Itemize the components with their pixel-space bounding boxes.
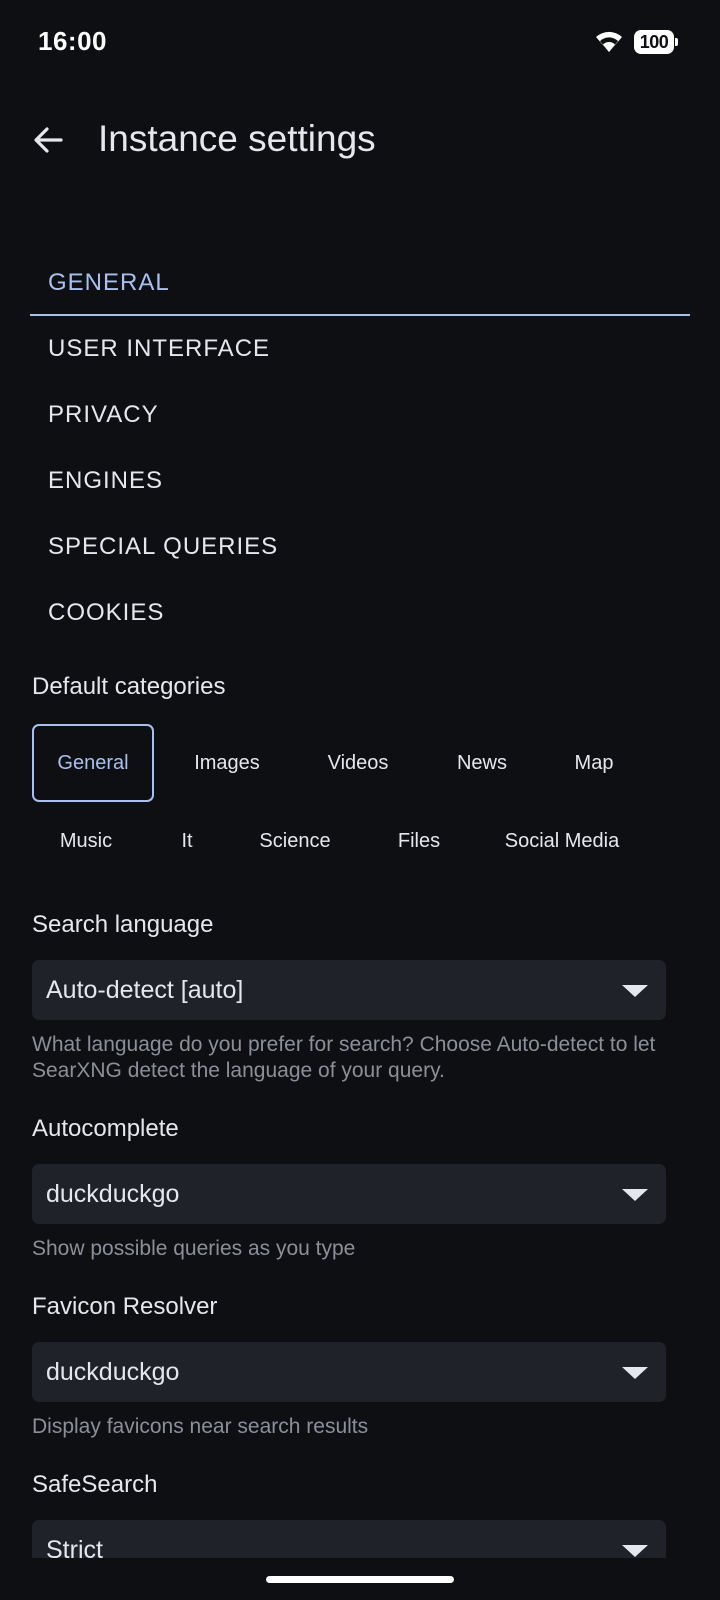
safesearch-label: SafeSearch: [32, 1471, 158, 1498]
autocomplete-value: duckduckgo: [46, 1180, 180, 1208]
autocomplete-help: Show possible queries as you type: [32, 1237, 356, 1260]
dropdown-caret-icon: [622, 1545, 648, 1557]
category-general[interactable]: General: [32, 724, 154, 802]
favicon-resolver-help: Display favicons near search results: [32, 1415, 369, 1438]
settings-tabs: GENERAL USER INTERFACE PRIVACY ENGINES S…: [30, 250, 690, 646]
wifi-icon: [596, 31, 622, 52]
page-title: Instance settings: [98, 118, 376, 159]
status-time: 16:00: [38, 26, 107, 56]
category-music[interactable]: Music: [32, 830, 140, 853]
status-bar: 16:00 100: [0, 0, 720, 84]
battery-level: 100: [634, 30, 674, 54]
tab-general[interactable]: GENERAL: [30, 250, 690, 316]
dropdown-caret-icon: [622, 1189, 648, 1201]
tab-privacy[interactable]: PRIVACY: [30, 382, 690, 448]
search-language-help: What language do you prefer for search? …: [32, 1033, 656, 1082]
back-arrow-icon[interactable]: [30, 122, 66, 158]
dropdown-caret-icon: [622, 1367, 648, 1379]
tab-engines[interactable]: ENGINES: [30, 448, 690, 514]
category-files[interactable]: Files: [356, 830, 482, 853]
default-categories-label: Default categories: [32, 673, 226, 700]
categories-row-1: General Images Videos News Map: [32, 724, 666, 802]
search-language-value: Auto-detect [auto]: [46, 976, 244, 1004]
tab-cookies[interactable]: COOKIES: [30, 580, 690, 646]
search-language-select[interactable]: Auto-detect [auto]: [32, 960, 666, 1020]
favicon-resolver-value: duckduckgo: [46, 1358, 180, 1386]
category-science[interactable]: Science: [234, 830, 356, 853]
dropdown-caret-icon: [622, 985, 648, 997]
app-bar: Instance settings: [0, 100, 720, 184]
favicon-resolver-select[interactable]: duckduckgo: [32, 1342, 666, 1402]
battery-tip: [675, 38, 678, 46]
tab-special-queries[interactable]: SPECIAL QUERIES: [30, 514, 690, 580]
settings-screen: 16:00 100 Instance settings GENERAL USER…: [0, 0, 720, 1600]
search-language-label: Search language: [32, 911, 214, 938]
autocomplete-label: Autocomplete: [32, 1115, 179, 1142]
favicon-resolver-label: Favicon Resolver: [32, 1293, 218, 1320]
category-map[interactable]: Map: [548, 752, 640, 775]
category-news[interactable]: News: [416, 752, 548, 775]
category-images[interactable]: Images: [154, 752, 300, 775]
category-it[interactable]: It: [140, 830, 234, 853]
categories-row-2: Music It Science Files Social Media: [32, 802, 666, 880]
category-social-media[interactable]: Social Media: [482, 830, 642, 853]
autocomplete-select[interactable]: duckduckgo: [32, 1164, 666, 1224]
tab-user-interface[interactable]: USER INTERFACE: [30, 316, 690, 382]
category-videos[interactable]: Videos: [300, 752, 416, 775]
battery-icon: 100: [634, 30, 678, 54]
general-settings-content: Default categories General Images Videos…: [32, 660, 666, 1580]
home-indicator[interactable]: [266, 1576, 454, 1583]
